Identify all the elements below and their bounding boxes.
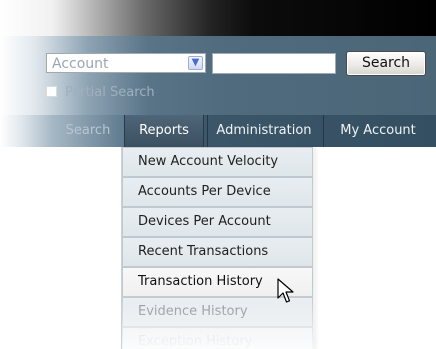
menu-item-new-account-velocity[interactable]: New Account Velocity	[122, 147, 313, 177]
chevron-down-icon[interactable]: ▼	[188, 56, 203, 70]
nav-divider	[207, 115, 208, 147]
partial-search-checkbox[interactable]	[46, 86, 57, 97]
menu-item-recent-transactions[interactable]: Recent Transactions	[122, 237, 313, 267]
partial-search-option[interactable]: Partial Search	[46, 85, 216, 103]
nav-divider	[323, 115, 324, 147]
cursor-icon	[277, 278, 294, 303]
menu-item-devices-per-account[interactable]: Devices Per Account	[122, 207, 313, 237]
menu-item-accounts-per-device[interactable]: Accounts Per Device	[122, 177, 313, 207]
nav-reports[interactable]: Reports	[124, 115, 204, 147]
nav-search[interactable]: Search	[58, 115, 118, 147]
partial-search-label: Partial Search	[65, 85, 155, 100]
search-input[interactable]	[212, 53, 336, 74]
nav-my-account[interactable]: My Account	[324, 115, 432, 147]
account-select[interactable]: Account ▼	[46, 53, 206, 73]
nav-administration[interactable]: Administration	[208, 115, 320, 147]
search-button[interactable]: Search	[346, 51, 426, 76]
app-screen: Account ▼ Search Partial Search Search R…	[0, 0, 436, 349]
menu-item-exception-history[interactable]: Exception History	[122, 327, 313, 349]
account-select-value: Account	[52, 56, 109, 72]
top-banner	[0, 0, 436, 36]
reports-dropdown-menu: New Account Velocity Accounts Per Device…	[122, 147, 313, 349]
